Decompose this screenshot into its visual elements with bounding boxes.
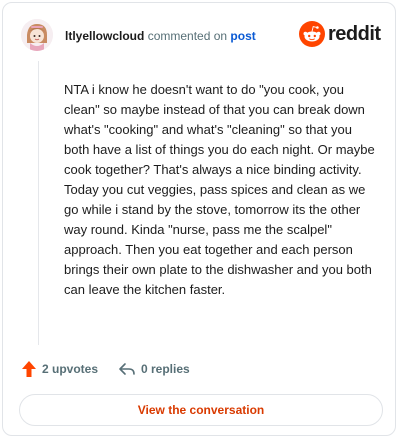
comment-body: NTA i know he doesn't want to do "you co… [64, 82, 375, 297]
upvote-arrow-icon [22, 361, 36, 377]
comment-actions: 2 upvotes 0 replies [21, 359, 381, 379]
reply-count: 0 replies [141, 362, 190, 376]
post-link[interactable]: post [230, 29, 255, 43]
reddit-logo-icon [299, 21, 325, 47]
comment-meta: ltlyellowcloud commented on post [65, 29, 256, 43]
comment-header: ltlyellowcloud commented on post reddit [21, 19, 381, 55]
comment-card: ltlyellowcloud commented on post reddit … [2, 2, 396, 436]
user-avatar[interactable] [21, 19, 53, 51]
username-link[interactable]: ltlyellowcloud [65, 29, 144, 43]
thread-line [38, 61, 39, 345]
reddit-wordmark: reddit [328, 23, 381, 45]
reddit-brand[interactable]: reddit [299, 21, 381, 47]
upvote-count: 2 upvotes [42, 362, 99, 376]
view-conversation-button[interactable]: View the conversation [19, 394, 383, 426]
action-text: commented on [147, 29, 228, 43]
upvote-button[interactable]: 2 upvotes [21, 359, 98, 379]
replies-button[interactable]: 0 replies [118, 359, 190, 379]
reply-arrow-icon [119, 363, 135, 375]
